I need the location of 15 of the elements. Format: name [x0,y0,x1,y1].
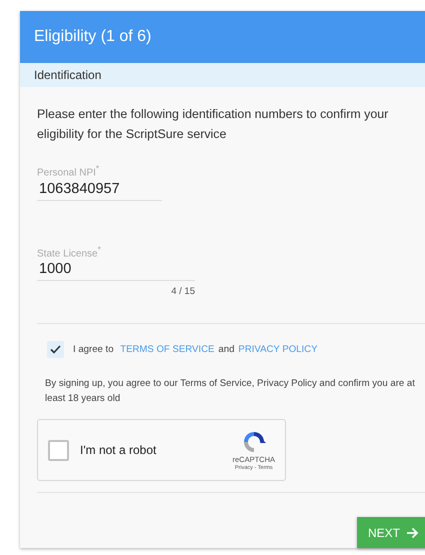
field-label: State License$^{*}$ [37,244,102,259]
agree-checkbox[interactable] [47,341,64,358]
intro-text: Please enter the following identification numbers to confirm your eligibility for the ScriptSure service [37,106,390,144]
character-counter: 4 / 15 [171,286,195,297]
field-label: Personal NPI$^{*}$ [37,163,100,179]
captcha-checkbox[interactable] [48,440,69,460]
arrow-right-icon [406,526,419,538]
disclaimer-text: By signing up, you agree to our Terms of Service, Privacy Policy and confirm you are at least 18 years old [45,377,415,406]
agreement-text: I agree to TERMS OF SERVICE and PRIVACY POLICY [73,344,319,355]
captcha-label: I'm not a robot [80,443,158,457]
step-title: Eligibility (1 of 6) [34,28,152,46]
input-field[interactable]: 1063840957 [37,178,162,201]
section-title: Identification [34,68,102,82]
check-icon [50,345,61,354]
input-field[interactable]: 1000 [37,259,195,281]
